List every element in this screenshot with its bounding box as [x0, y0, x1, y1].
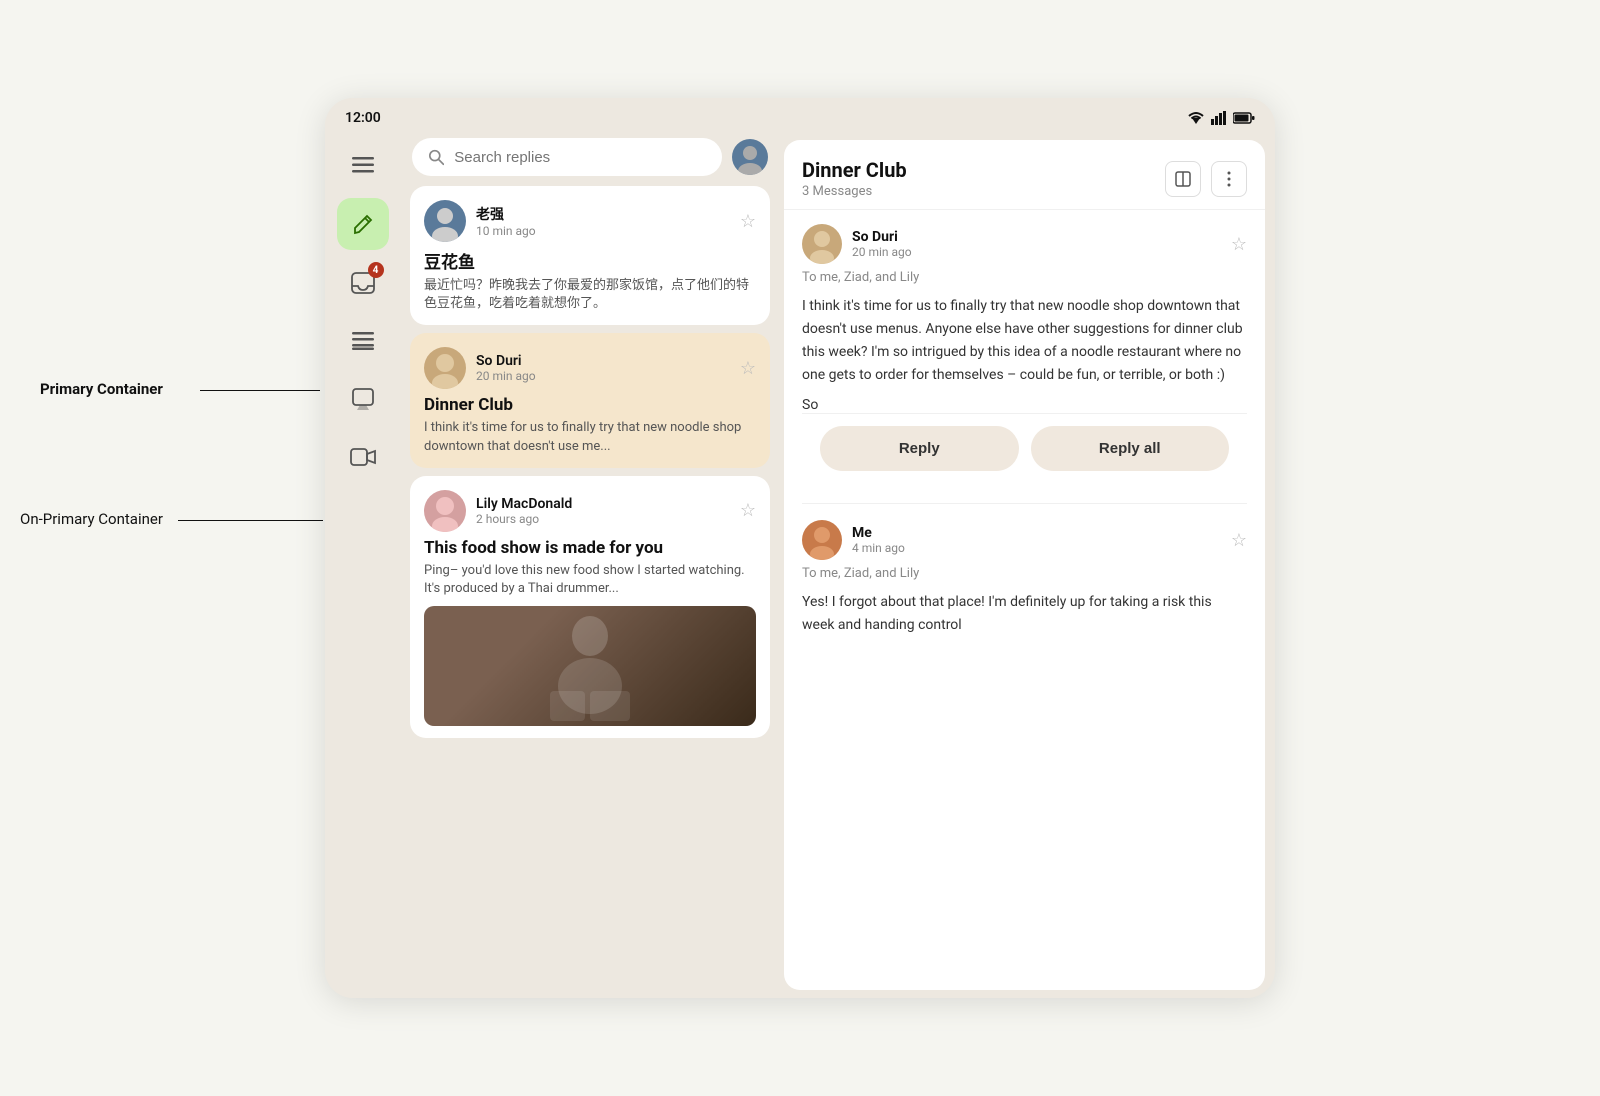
thread-message-1-header: So Duri 20 min ago ☆	[802, 224, 1247, 264]
email-3-subject: This food show is made for you	[424, 538, 756, 558]
annotation-on-primary-line	[178, 520, 323, 521]
thread-sender-row-1: So Duri 20 min ago	[802, 224, 912, 264]
thread-to-2: To me, Ziad, and Lily	[802, 566, 1247, 581]
wifi-icon	[1187, 111, 1205, 125]
thread-body-1: I think it's time for us to finally try …	[802, 295, 1247, 387]
email-1-sender-info: 老强 10 min ago	[476, 204, 730, 238]
annotation-primary-line	[200, 390, 320, 391]
compose-nav-icon[interactable]	[337, 198, 389, 250]
email-2-sender-info: So Duri 20 min ago	[476, 353, 730, 383]
email-3-time: 2 hours ago	[476, 512, 730, 526]
list-nav-icon[interactable]	[338, 316, 388, 366]
email-detail-panel: Dinner Club 3 Messages	[784, 140, 1265, 990]
video-nav-icon[interactable]	[338, 432, 388, 482]
reply-button[interactable]: Reply	[820, 426, 1019, 471]
email-3-image-thumb	[424, 606, 756, 726]
thread-message-2: Me 4 min ago ☆ To me, Ziad, and Lily Yes…	[802, 503, 1247, 657]
thread-avatar-1	[802, 224, 842, 264]
device-frame: 12:00	[325, 98, 1275, 998]
main-content: 4	[325, 132, 1275, 998]
email-detail-header: Dinner Club 3 Messages	[784, 140, 1265, 210]
thread-message-2-header: Me 4 min ago ☆	[802, 520, 1247, 560]
thread-to-1: To me, Ziad, and Lily	[802, 270, 1247, 285]
email-2-sender-name: So Duri	[476, 353, 730, 369]
email-3-star[interactable]: ☆	[740, 500, 756, 521]
center-email-list-panel: 老强 10 min ago ☆ 豆花鱼 最近忙吗？昨晚我去了你最爱的那家饭馆，点…	[400, 132, 780, 998]
status-icons	[1187, 111, 1255, 125]
email-2-time: 20 min ago	[476, 369, 730, 383]
email-2-star[interactable]: ☆	[740, 358, 756, 379]
email-1-star[interactable]: ☆	[740, 211, 756, 232]
more-options-button[interactable]	[1211, 161, 1247, 197]
header-actions	[1165, 161, 1247, 197]
email-1-subject: 豆花鱼	[424, 248, 756, 273]
thread-msg-time-1: 20 min ago	[852, 245, 912, 259]
email-1-time: 10 min ago	[476, 224, 730, 238]
thread-sender-name-2: Me	[852, 525, 905, 541]
email-card-1-header: 老强 10 min ago ☆	[424, 200, 756, 242]
email-card-2-header: So Duri 20 min ago ☆	[424, 347, 756, 389]
signal-icon	[1211, 111, 1227, 125]
thread-avatar-2	[802, 520, 842, 560]
email-3-sender-info: Lily MacDonald 2 hours ago	[476, 496, 730, 526]
annotation-primary-container: Primary Container	[40, 380, 163, 398]
email-detail-subject: Dinner Club	[802, 158, 907, 182]
left-nav-panel: 4	[325, 132, 400, 998]
email-card-1[interactable]: 老强 10 min ago ☆ 豆花鱼 最近忙吗？昨晚我去了你最爱的那家饭馆，点…	[410, 186, 770, 325]
email-card-3[interactable]: Lily MacDonald 2 hours ago ☆ This food s…	[410, 476, 770, 738]
email-3-preview: Ping– you'd love this new food show I st…	[424, 562, 756, 598]
page-wrapper: Primary Container On-Primary Container 1…	[0, 0, 1600, 1096]
inbox-nav-icon[interactable]: 4	[338, 258, 388, 308]
email-3-sender-name: Lily MacDonald	[476, 496, 730, 512]
email-2-avatar	[424, 347, 466, 389]
thread-sender-row-2: Me 4 min ago	[802, 520, 905, 560]
chat-nav-icon[interactable]	[338, 374, 388, 424]
email-2-subject: Dinner Club	[424, 395, 756, 415]
search-icon	[428, 148, 444, 166]
thread-signature-1: So	[802, 397, 1247, 413]
search-bar-row	[400, 132, 780, 186]
email-1-sender-name: 老强	[476, 204, 730, 224]
email-1-avatar	[424, 200, 466, 242]
email-3-image	[424, 606, 756, 726]
search-input[interactable]	[454, 149, 706, 166]
thread-msg-time-2: 4 min ago	[852, 541, 905, 555]
thread-sender-info-2: Me 4 min ago	[852, 525, 905, 555]
thread-star-1[interactable]: ☆	[1231, 234, 1247, 255]
search-bar[interactable]	[412, 138, 722, 176]
thread-star-2[interactable]: ☆	[1231, 530, 1247, 551]
split-view-button[interactable]	[1165, 161, 1201, 197]
inbox-badge: 4	[368, 262, 384, 278]
email-3-avatar	[424, 490, 466, 532]
user-avatar[interactable]	[732, 139, 768, 175]
email-card-2[interactable]: So Duri 20 min ago ☆ Dinner Club I think…	[410, 333, 770, 467]
battery-icon	[1233, 112, 1255, 124]
reply-all-button[interactable]: Reply all	[1031, 426, 1230, 471]
status-time: 12:00	[345, 110, 381, 126]
email-card-3-header: Lily MacDonald 2 hours ago ☆	[424, 490, 756, 532]
reply-buttons: Reply Reply all	[802, 413, 1247, 483]
thread-sender-info-1: So Duri 20 min ago	[852, 229, 912, 259]
thread-sender-name-1: So Duri	[852, 229, 912, 245]
email-2-preview: I think it's time for us to finally try …	[424, 419, 756, 455]
email-detail-title-group: Dinner Club 3 Messages	[802, 158, 907, 199]
email-thread: So Duri 20 min ago ☆ To me, Ziad, and Li…	[784, 210, 1265, 990]
email-1-preview: 最近忙吗？昨晚我去了你最爱的那家饭馆，点了他们的特色豆花鱼，吃着吃着就想你了。	[424, 277, 756, 313]
thread-message-1: So Duri 20 min ago ☆ To me, Ziad, and Li…	[802, 224, 1247, 503]
email-detail-count: 3 Messages	[802, 184, 907, 199]
annotation-on-primary-container: On-Primary Container	[20, 510, 163, 528]
status-bar: 12:00	[325, 98, 1275, 132]
email-list: 老强 10 min ago ☆ 豆花鱼 最近忙吗？昨晚我去了你最爱的那家饭馆，点…	[400, 186, 780, 998]
thread-body-2: Yes! I forgot about that place! I'm defi…	[802, 591, 1247, 637]
menu-nav-icon[interactable]	[338, 140, 388, 190]
